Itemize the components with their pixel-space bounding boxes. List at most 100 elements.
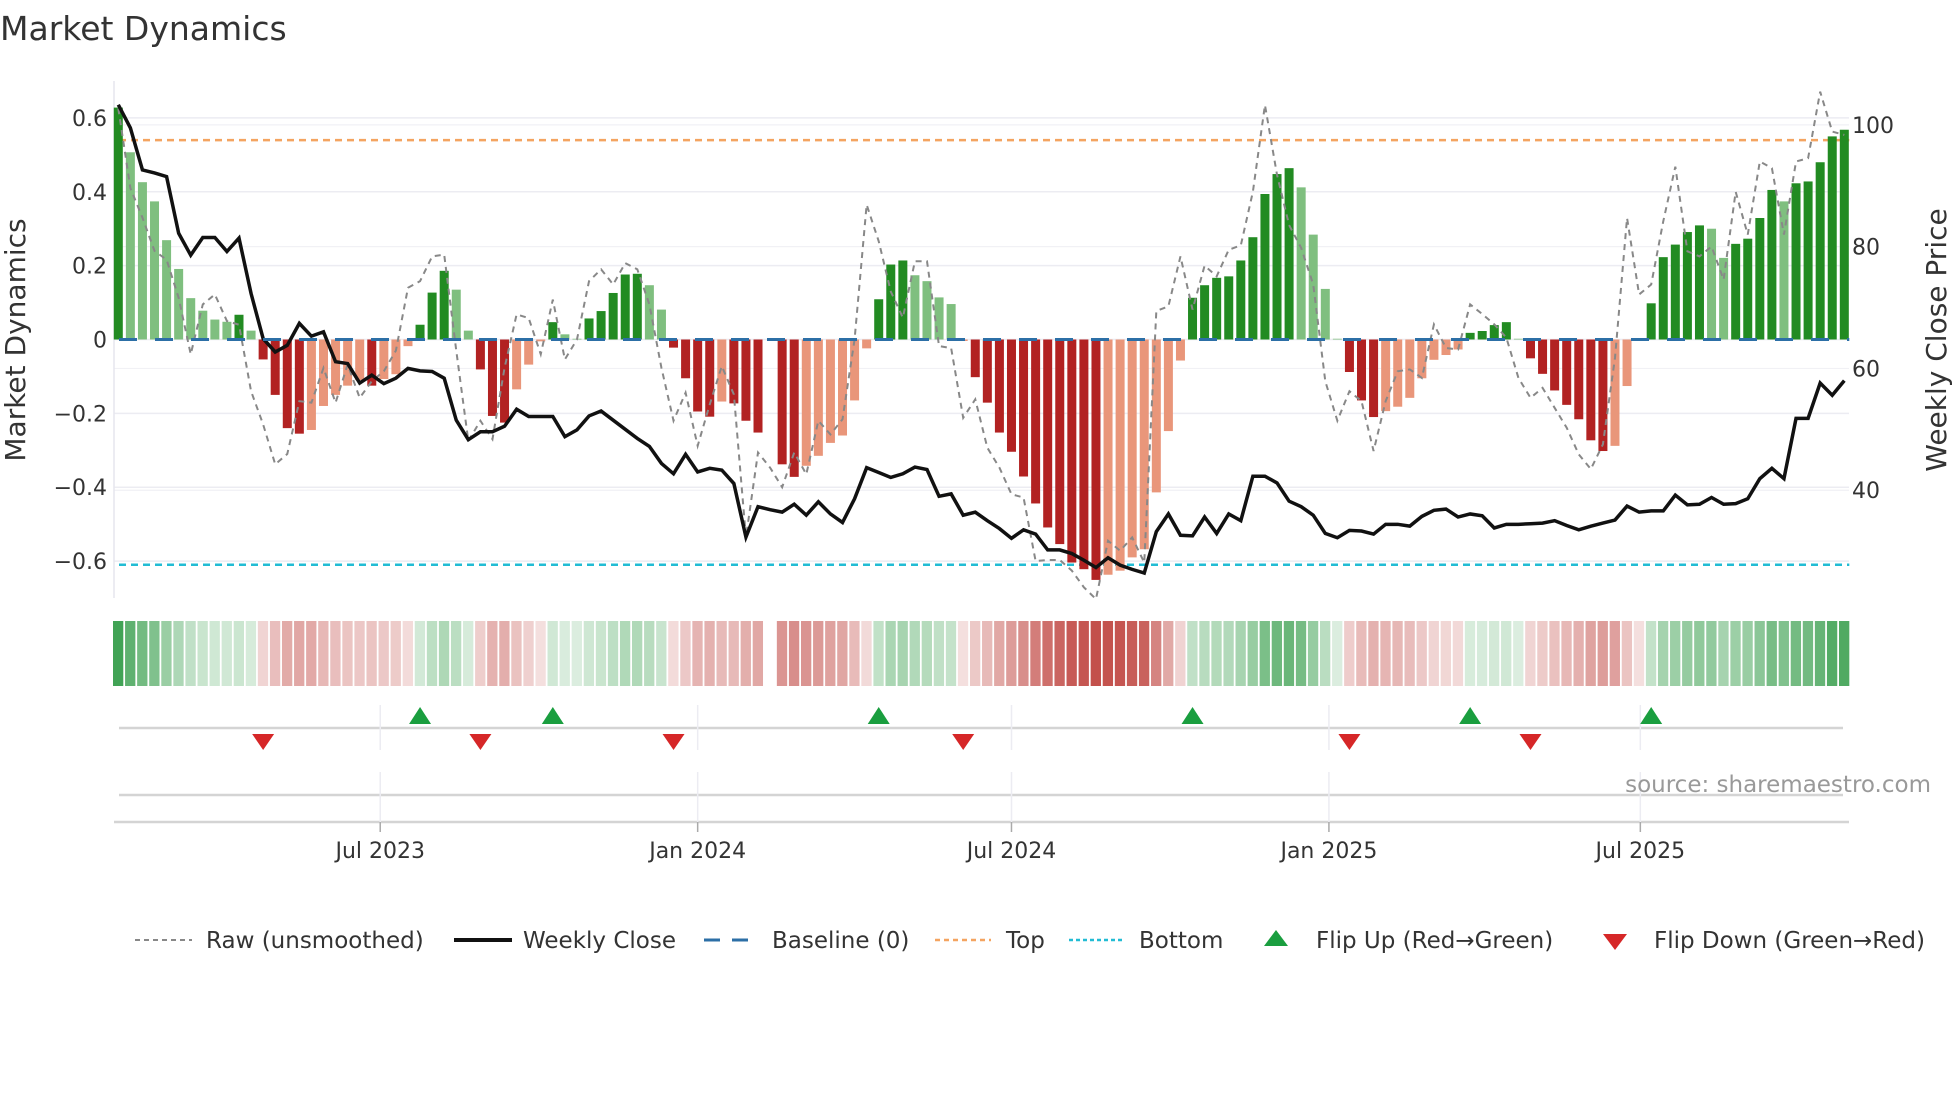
heat-strip-cell [957, 621, 969, 686]
heat-strip-cell [1066, 621, 1077, 686]
y-tick-label: 0.4 [72, 181, 107, 206]
heat-strip-cell [680, 621, 691, 686]
heat-strip-cell [1392, 621, 1403, 686]
bar [1477, 331, 1487, 340]
heat-strip [113, 621, 1850, 686]
heat-strip-cell [873, 621, 884, 686]
bar [174, 268, 184, 340]
heat-strip-cell [1344, 621, 1355, 686]
heat-strip-cell [414, 621, 426, 686]
bar [306, 339, 316, 430]
heat-strip-cell [1501, 621, 1512, 686]
heat-strip-cell [1682, 621, 1693, 686]
bar [1200, 285, 1210, 340]
bar [681, 339, 691, 379]
heat-strip-cell [1356, 621, 1367, 686]
heat-strip-cell [1054, 621, 1065, 686]
heat-strip-cell [1826, 621, 1838, 686]
heat-strip-cell [1030, 621, 1041, 686]
heat-strip-cell [704, 621, 715, 686]
heat-strip-cell [1428, 621, 1439, 686]
x-tick-label: Jul 2024 [965, 839, 1057, 864]
bar [1513, 338, 1523, 340]
bar [379, 339, 389, 380]
heat-strip-cell [1585, 621, 1596, 686]
heat-strip-cell [257, 621, 269, 686]
y2-tick-label: 60 [1852, 357, 1880, 382]
bar [1344, 339, 1354, 372]
heat-strip-cell [1790, 621, 1802, 686]
bar [1538, 339, 1548, 374]
bar [1139, 339, 1149, 550]
heat-strip-cell [390, 621, 401, 686]
bar [463, 330, 473, 340]
heat-strip-cell [1645, 621, 1657, 686]
heat-strip-cell [825, 621, 836, 686]
bar [186, 298, 196, 340]
bar [596, 311, 606, 340]
bar [1658, 257, 1668, 340]
heat-strip-cell [897, 621, 908, 686]
bar [1743, 238, 1753, 340]
heat-strip-cell [656, 621, 667, 686]
heat-strip-cell [125, 621, 136, 686]
flip-up-marker [541, 707, 564, 724]
legend-item-flip-down: Flip Down (Green→Red) [1603, 928, 1925, 954]
heat-strip-cell [463, 621, 474, 686]
heat-strip-cell [607, 621, 619, 686]
bar [584, 318, 594, 340]
heat-strip-cell [849, 621, 860, 686]
bar [874, 299, 884, 340]
bar [1284, 168, 1294, 340]
heat-strip-cell [1223, 621, 1234, 686]
heat-strip-cell [1452, 621, 1464, 686]
bar [862, 339, 872, 349]
y2-tick-label: 100 [1852, 114, 1894, 139]
heat-strip-cell [571, 621, 582, 686]
heat-strip-cell [1404, 621, 1415, 686]
heat-strip-cell [185, 621, 196, 686]
bar [789, 339, 799, 477]
bar [548, 322, 558, 340]
heat-strip-cell [245, 621, 257, 686]
flip-up-marker [1459, 707, 1482, 724]
heat-strip-cell [1561, 621, 1572, 686]
heat-strip-cell [776, 621, 788, 686]
heat-strip-cell [1368, 621, 1379, 686]
y-tick-label: −0.4 [54, 476, 107, 501]
y-tick-label: 0 [93, 329, 107, 354]
bar [1006, 339, 1016, 452]
heat-strip-cell [813, 621, 824, 686]
bar [475, 339, 485, 370]
heat-strip-cell [1295, 621, 1307, 686]
flip-up-marker [409, 707, 432, 724]
legend-item-bottom: Bottom [1069, 928, 1223, 954]
bar [910, 275, 920, 340]
bar [524, 339, 534, 365]
bar [1562, 339, 1572, 405]
heat-strip-cell [535, 621, 546, 686]
heat-strip-cell [1706, 621, 1717, 686]
heat-strip-cell [233, 621, 244, 686]
bar [1767, 189, 1777, 340]
heat-strip-cell [1573, 621, 1584, 686]
bar [512, 339, 522, 390]
heat-strip-cell [1235, 621, 1246, 686]
heat-strip-cell [740, 621, 751, 686]
x-tick-label: Jan 2025 [1278, 839, 1377, 864]
heat-strip-cell [921, 621, 932, 686]
flip-up-marker [1640, 707, 1663, 724]
bar [246, 330, 256, 340]
left-axis-label: Market Dynamics [0, 218, 32, 461]
legend-flip-up-triangle-icon [1264, 930, 1288, 946]
bar [717, 339, 727, 402]
bar [1429, 339, 1439, 360]
heat-strip-cell [1513, 621, 1524, 686]
heat-strip-cell [969, 621, 981, 686]
bar [162, 240, 172, 340]
bar [741, 339, 751, 421]
heat-strip-cell [885, 621, 896, 686]
heat-strip-cell [1271, 621, 1283, 686]
heat-strip-cell [161, 621, 172, 686]
bar [294, 339, 304, 434]
